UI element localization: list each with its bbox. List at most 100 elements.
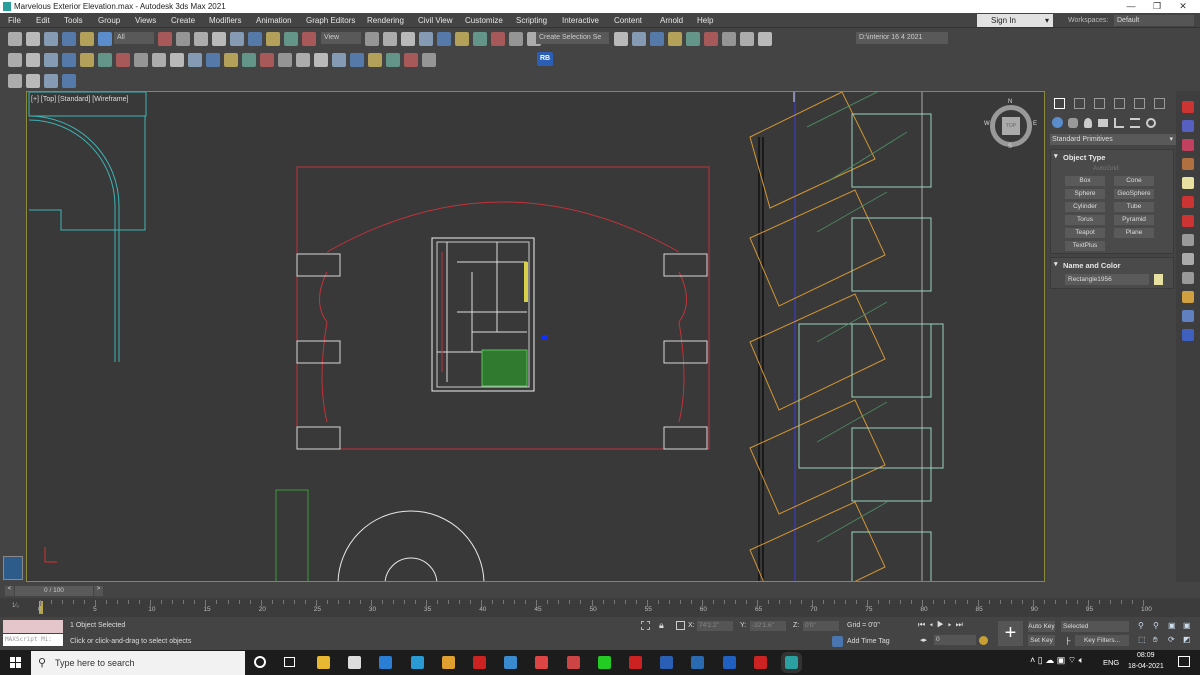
mirror-icon[interactable] — [437, 32, 451, 46]
spreadsheet-icon[interactable] — [62, 74, 76, 88]
plugin-tool-icon[interactable] — [1182, 120, 1194, 132]
y-coordinate-field[interactable]: -32'1.6" — [750, 621, 786, 631]
language-indicator[interactable]: ENG — [1103, 658, 1119, 667]
name-and-color-title[interactable]: Name and Color — [1051, 258, 1173, 270]
mail-icon[interactable] — [379, 656, 393, 669]
shapes-icon[interactable] — [1068, 118, 1078, 128]
frame-icon[interactable] — [44, 53, 58, 67]
menu-group[interactable]: Group — [98, 16, 120, 25]
viewport-top[interactable]: [+] [Top] [Standard] [Wireframe] TOP N E… — [26, 91, 1045, 582]
tools-icon[interactable] — [44, 74, 58, 88]
plugin-tool-icon[interactable] — [1182, 139, 1194, 151]
x-coordinate-field[interactable]: 74'2.2" — [697, 621, 733, 631]
edge-icon[interactable] — [410, 656, 424, 669]
set-keys-button[interactable]: + — [998, 621, 1023, 646]
help-icon[interactable] — [422, 53, 436, 67]
primitive-sphere-button[interactable]: Sphere — [1065, 189, 1105, 199]
object-type-title[interactable]: Object Type — [1051, 150, 1173, 162]
maxscript-mini-listener[interactable]: MAXScript Mi: — [3, 634, 63, 646]
light-blue-icon[interactable] — [386, 53, 400, 67]
color-palette-icon[interactable] — [350, 53, 364, 67]
object-color-swatch[interactable] — [1154, 274, 1163, 285]
viewcube[interactable]: TOP — [990, 105, 1032, 147]
zoom-extents-icon[interactable]: ▣ — [1168, 621, 1176, 630]
key-mode-toggle-icon[interactable]: ◂▸ — [920, 636, 927, 644]
hierarchy-icon[interactable] — [1094, 98, 1105, 109]
project-folder-icon[interactable] — [704, 32, 718, 46]
go-to-start-button[interactable]: ⏮ — [918, 620, 929, 629]
plugin-tool-icon[interactable] — [1182, 291, 1194, 303]
plugin-tool-icon[interactable] — [1182, 310, 1194, 322]
scene-icon[interactable] — [368, 53, 382, 67]
project-create-icon[interactable] — [758, 32, 772, 46]
menu-civil-view[interactable]: Civil View — [418, 16, 453, 25]
menu-animation[interactable]: Animation — [256, 16, 292, 25]
viewport-icon[interactable] — [26, 53, 40, 67]
zoom-all-icon[interactable]: ⚲ — [1153, 621, 1159, 630]
plugin-tool-icon[interactable] — [1182, 158, 1194, 170]
plant-icon[interactable] — [314, 53, 328, 67]
undo-icon[interactable] — [8, 32, 22, 46]
menu-arnold[interactable]: Arnold — [660, 16, 683, 25]
menu-create[interactable]: Create — [171, 16, 195, 25]
angle-snap-icon[interactable] — [365, 32, 379, 46]
clipboard-icon[interactable] — [404, 53, 418, 67]
notifications-icon[interactable] — [1178, 656, 1190, 667]
plugin-tool-icon[interactable] — [1182, 215, 1194, 227]
snaps-toggle-icon[interactable] — [302, 32, 316, 46]
clock-time[interactable]: 08:09 — [1137, 652, 1155, 659]
rotate-icon[interactable] — [230, 32, 244, 46]
maxscript-listener-output[interactable] — [3, 620, 63, 633]
teapot-icon[interactable] — [8, 53, 22, 67]
chrome-icon[interactable] — [441, 656, 455, 669]
system-tray-icons[interactable]: ˄ ▯ ☁ ▣ ⌔ 🔈︎ — [1030, 655, 1084, 666]
zoom-icon[interactable]: ⚲ — [1138, 621, 1144, 630]
camera-tool-icon[interactable] — [80, 53, 94, 67]
primitive-torus-button[interactable]: Torus — [1065, 215, 1105, 225]
bind-space-warp-icon[interactable] — [80, 32, 94, 46]
key-mode-dropdown[interactable]: Selected — [1061, 621, 1129, 632]
plugin-tool-icon[interactable] — [1182, 177, 1194, 189]
3dsmax-icon[interactable] — [781, 652, 802, 673]
redo-icon[interactable] — [26, 32, 40, 46]
autogrid-checkbox[interactable]: AutoGrid — [1093, 165, 1119, 172]
named-selection-dropdown[interactable]: Create Selection Se — [536, 32, 609, 44]
pivot-icon[interactable] — [284, 32, 298, 46]
window-crossing-icon[interactable] — [194, 32, 208, 46]
restore-button[interactable]: ❐ — [1144, 0, 1170, 13]
project-open-icon[interactable] — [722, 32, 736, 46]
geometry-icon[interactable] — [1052, 117, 1063, 128]
reference-coordinate-dropdown[interactable]: View — [321, 32, 361, 44]
file-explorer-icon[interactable] — [317, 656, 330, 669]
utilities-icon[interactable] — [1154, 98, 1165, 109]
time-configuration-icon[interactable] — [979, 636, 988, 645]
word-icon[interactable] — [660, 656, 674, 669]
primitive-cylinder-button[interactable]: Cylinder — [1065, 202, 1105, 212]
app-icon[interactable] — [504, 656, 518, 669]
primitive-plane-button[interactable]: Plane — [1114, 228, 1154, 238]
pan-icon[interactable]: ✋︎ — [1153, 635, 1158, 645]
render-setup-icon[interactable] — [650, 32, 664, 46]
close-button[interactable]: ✕ — [1170, 0, 1196, 13]
primitive-geosphere-button[interactable]: GeoSphere — [1114, 189, 1154, 199]
sun-icon[interactable] — [206, 53, 220, 67]
motion-icon[interactable] — [1114, 98, 1125, 109]
windows-start-icon[interactable] — [10, 657, 21, 668]
particle-icon[interactable] — [260, 53, 274, 67]
orbit-icon[interactable]: ⟳ — [1168, 635, 1175, 644]
task-view-icon[interactable] — [284, 657, 295, 667]
whatsapp-icon[interactable] — [597, 656, 611, 669]
time-slider[interactable]: < 0 / 100 > — [0, 584, 1200, 598]
menu-edit[interactable]: Edit — [36, 16, 50, 25]
next-key-button[interactable]: ▸ — [948, 620, 956, 629]
toggle-ribbon-icon[interactable] — [509, 32, 523, 46]
menu-scripting[interactable]: Scripting — [516, 16, 547, 25]
next-frame-button[interactable]: > — [94, 586, 103, 596]
menu-customize[interactable]: Customize — [465, 16, 503, 25]
plugin-tool-icon[interactable] — [1182, 253, 1194, 265]
previous-key-button[interactable]: ◂ — [929, 620, 937, 629]
layer-explorer-icon[interactable] — [491, 32, 505, 46]
menu-tools[interactable]: Tools — [64, 16, 83, 25]
display-icon[interactable] — [1134, 98, 1145, 109]
project-settings-icon[interactable] — [740, 32, 754, 46]
